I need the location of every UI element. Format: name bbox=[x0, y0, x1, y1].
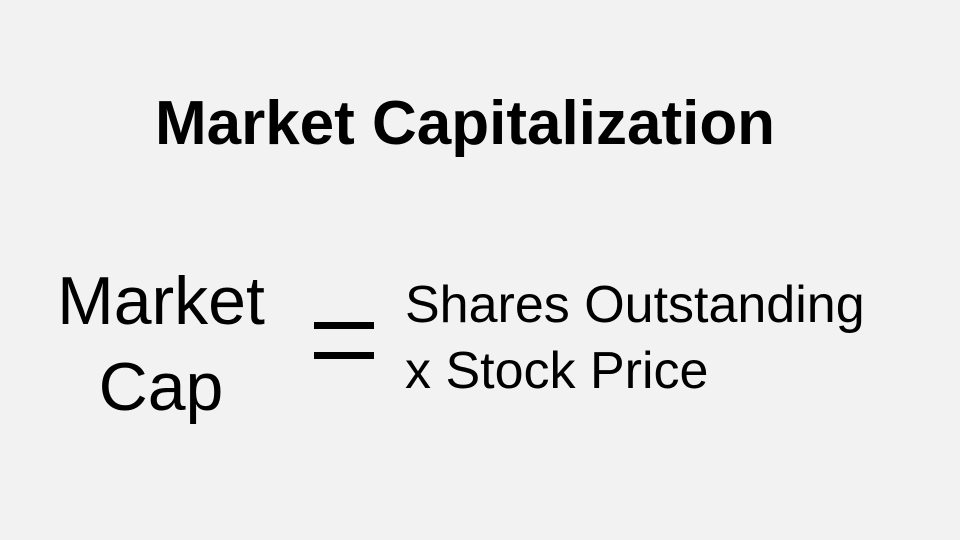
formula-left-side: Market Cap bbox=[20, 258, 302, 430]
formula-right-side: Shares Outstanding x Stock Price bbox=[405, 272, 945, 404]
equals-bottom-bar bbox=[314, 352, 374, 359]
equals-top-bar bbox=[314, 322, 374, 329]
slide: Market Capitalization Market Cap Shares … bbox=[0, 0, 960, 540]
formula-lhs-line-2: Cap bbox=[98, 349, 224, 425]
formula-lhs-line-1: Market bbox=[57, 263, 265, 339]
formula-rhs-line-1: Shares Outstanding bbox=[405, 276, 865, 334]
formula-rhs-line-2: x Stock Price bbox=[405, 342, 709, 400]
equals-sign bbox=[314, 322, 374, 362]
slide-title: Market Capitalization bbox=[154, 89, 776, 158]
